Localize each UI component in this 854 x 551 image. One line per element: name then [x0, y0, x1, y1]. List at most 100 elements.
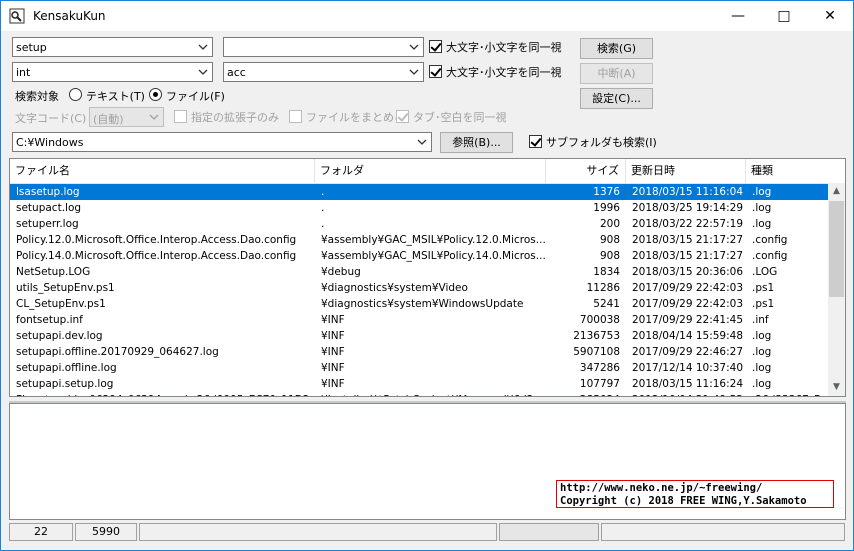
- cell-modified: 2017/12/14 10:37:40: [632, 362, 744, 374]
- column-modified[interactable]: 更新日時: [626, 159, 746, 183]
- cell-modified: 2018/04/14 15:59:48: [632, 330, 744, 342]
- subfolder-label: サブフォルダも検索(I): [546, 136, 657, 149]
- cell-size: 107797: [579, 378, 620, 390]
- column-type[interactable]: 種類: [746, 159, 828, 183]
- cell-size: 908: [599, 234, 620, 246]
- cell-filename: setupact.log: [16, 202, 82, 214]
- maximize-icon[interactable]: □: [761, 1, 807, 31]
- cell-type: .LOG: [752, 266, 778, 278]
- vertical-scrollbar[interactable]: ▲ ▼: [828, 183, 845, 396]
- cell-size: 908: [599, 250, 620, 262]
- column-filename[interactable]: ファイル名: [10, 159, 315, 183]
- table-row[interactable]: setupapi.offline.20170929_064627.log ¥INF…: [10, 344, 828, 360]
- cell-size: 347286: [579, 362, 620, 374]
- table-row[interactable]: CL_SetupEnv.ps1 ¥diagnostics¥system¥Windo…: [10, 296, 828, 312]
- table-row[interactable]: setupapi.dev.log ¥INF 2136753 2018/04/14 15…: [10, 328, 828, 344]
- subfolder-checkbox[interactable]: [529, 135, 542, 148]
- cell-folder: .: [321, 186, 325, 198]
- cell-folder: ¥INF: [321, 346, 345, 358]
- cell-modified: 2018/03/15 11:16:04: [632, 186, 744, 198]
- column-size[interactable]: サイズ: [546, 159, 626, 183]
- cell-size: 200: [599, 218, 620, 230]
- keyword2-combo[interactable]: int: [12, 62, 213, 82]
- tab-space-checkbox[interactable]: [396, 110, 409, 123]
- table-row[interactable]: setupapi.setup.log ¥INF 107797 2018/03/15 1…: [10, 376, 828, 392]
- scroll-down-icon[interactable]: ▼: [828, 379, 845, 396]
- table-row[interactable]: utils_SetupEnv.ps1 ¥diagnostics¥system¥Vi…: [10, 280, 828, 296]
- cell-filename: setupapi.offline.20170929_064627.log: [16, 346, 219, 358]
- chevron-down-icon[interactable]: [407, 40, 421, 54]
- browse-button[interactable]: 参照(B)...: [440, 132, 513, 153]
- list-header: ファイル名 フォルダ サイズ 更新日時 種類: [10, 159, 828, 184]
- exclude2-value: acc: [227, 66, 246, 79]
- cell-filename: FL_setup_bin_06294_06294_an_h_26d9995_EC…: [10, 392, 315, 396]
- cell-folder: ¥INF: [321, 314, 345, 326]
- cell-filename: NetSetup.LOG: [16, 266, 91, 278]
- table-row[interactable]: setupact.log. 1996 2018/03/25 19:14:29 .log: [10, 200, 828, 216]
- group-files-checkbox[interactable]: [289, 110, 302, 123]
- stop-button[interactable]: 中断(A): [580, 63, 653, 84]
- settings-button[interactable]: 設定(C)...: [580, 88, 653, 109]
- chevron-down-icon[interactable]: [196, 65, 210, 79]
- radio-file[interactable]: [149, 88, 162, 101]
- table-row[interactable]: setuperr.log. 200 2018/03/22 22:57:19 .log: [10, 216, 828, 232]
- cell-type: .config: [752, 234, 788, 246]
- radio-text-label: テキスト(T): [86, 90, 145, 103]
- cell-filename: utils_SetupEnv.ps1: [16, 282, 115, 294]
- cell-folder: ¥Installer¥$PatchCache$¥Managed¥6d3...: [315, 392, 546, 396]
- status-extra: [601, 523, 845, 541]
- window-title: KensakuKun: [33, 9, 106, 23]
- exclude2-combo[interactable]: acc: [223, 62, 424, 82]
- cell-filename: setupapi.offline.log: [16, 362, 117, 374]
- cell-folder: ¥diagnostics¥system¥Video: [321, 282, 468, 294]
- case1-checkbox[interactable]: [429, 40, 442, 53]
- chevron-down-icon[interactable]: [415, 135, 429, 149]
- chevron-down-icon[interactable]: [407, 65, 421, 79]
- cell-modified: 2017/09/29 22:42:03: [632, 282, 744, 294]
- case2-label: 大文字･小文字を同一視: [446, 66, 562, 79]
- cell-type: .ps1: [752, 298, 775, 310]
- column-folder[interactable]: フォルダ: [315, 159, 546, 183]
- scroll-thumb[interactable]: [829, 201, 844, 297]
- close-icon[interactable]: ✕: [807, 1, 853, 31]
- chevron-down-icon[interactable]: [196, 40, 210, 54]
- encoding-value: (自動): [93, 113, 124, 126]
- cell-filename: setuperr.log: [16, 218, 79, 230]
- cell-filename: setupapi.setup.log: [16, 378, 114, 390]
- scroll-up-icon[interactable]: ▲: [828, 183, 845, 200]
- radio-text[interactable]: [69, 88, 82, 101]
- path-value: C:¥Windows: [16, 136, 84, 149]
- table-row[interactable]: FL_setup_bin_06294_06294_an_h_26d9995_EC…: [10, 392, 828, 396]
- cell-folder: ¥INF: [321, 362, 345, 374]
- results-list[interactable]: ファイル名 フォルダ サイズ 更新日時 種類 lsasetup.log. 1376…: [9, 158, 846, 397]
- cell-type: .log: [752, 362, 772, 374]
- cell-size: 285024: [546, 392, 626, 396]
- title-bar[interactable]: KensakuKun — □ ✕: [1, 1, 853, 31]
- ext-only-checkbox[interactable]: [174, 110, 187, 123]
- encoding-combo[interactable]: (自動): [89, 107, 164, 127]
- cell-type: .log: [752, 346, 772, 358]
- case2-checkbox[interactable]: [429, 65, 442, 78]
- table-row[interactable]: fontsetup.inf ¥INF 700038 2017/09/29 22:41:…: [10, 312, 828, 328]
- table-row[interactable]: setupapi.offline.log ¥INF 347286 2017/12/14…: [10, 360, 828, 376]
- cell-folder: ¥INF: [321, 330, 345, 342]
- cell-size: 2136753: [573, 330, 620, 342]
- table-row[interactable]: Policy.12.0.Microsoft.Office.Interop.Acc…: [10, 232, 828, 248]
- table-row[interactable]: NetSetup.LOG ¥debug 1834 2018/03/15 20:36:0…: [10, 264, 828, 280]
- search-button[interactable]: 検索(G): [580, 38, 653, 59]
- cell-size: 11286: [586, 282, 620, 294]
- cell-size: 1834: [593, 266, 620, 278]
- table-row[interactable]: Policy.14.0.Microsoft.Office.Interop.Acc…: [10, 248, 828, 264]
- credit-copyright: Copyright (c) 2018 FREE WING,Y.Sakamoto: [560, 495, 807, 507]
- keyword1-combo[interactable]: setup: [12, 37, 213, 57]
- minimize-icon[interactable]: —: [715, 1, 761, 31]
- keyword1-value: setup: [16, 41, 47, 54]
- exclude1-combo[interactable]: [223, 37, 424, 57]
- table-row[interactable]: lsasetup.log. 1376 2018/03/15 11:16:04 .log: [10, 184, 828, 200]
- cell-modified: 2012/10/04 21:49:52: [626, 392, 746, 396]
- cell-folder: ¥debug: [321, 266, 361, 278]
- cell-folder: .: [321, 202, 325, 214]
- encoding-label: 文字コード(C): [15, 112, 87, 125]
- path-combo[interactable]: C:¥Windows: [12, 132, 432, 152]
- cell-modified: 2017/09/29 22:41:45: [632, 314, 744, 326]
